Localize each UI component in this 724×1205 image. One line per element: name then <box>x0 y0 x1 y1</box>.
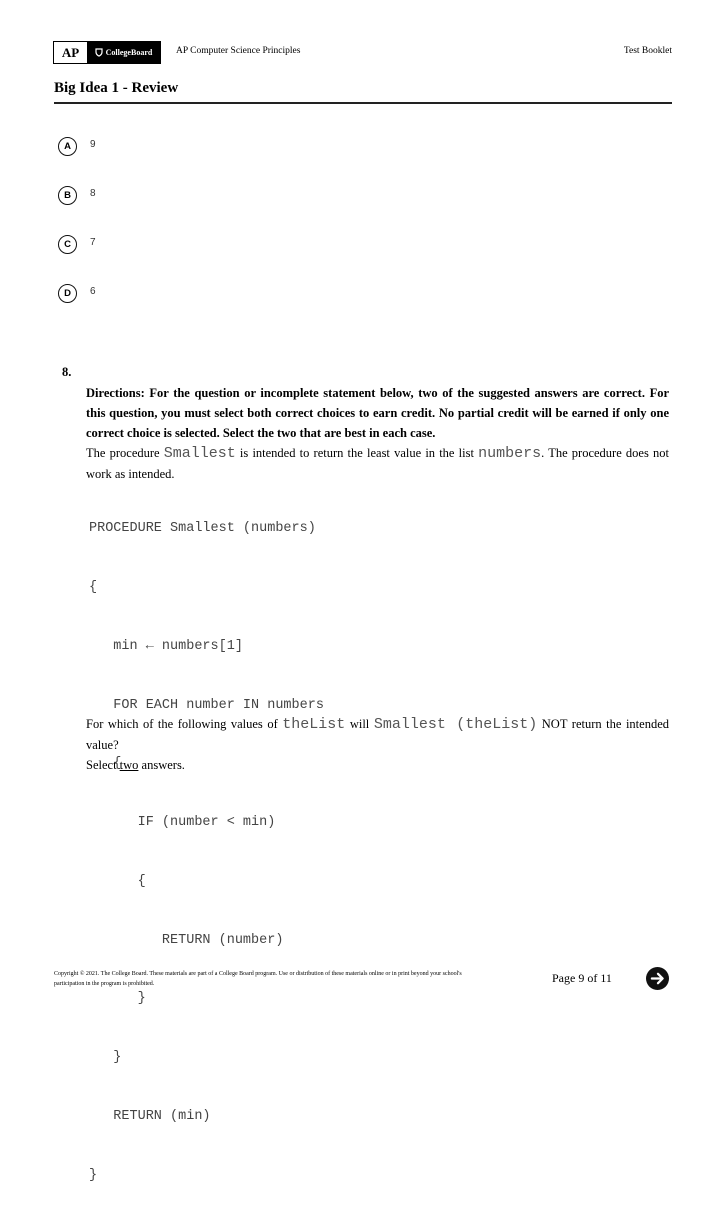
question-intro: The procedure Smallest is intended to re… <box>86 443 669 484</box>
prompt-part: will <box>345 717 374 731</box>
page-title: Big Idea 1 - Review <box>54 80 179 96</box>
copyright-notice: Copyright © 2021. The College Board. The… <box>54 971 462 987</box>
code-line: IF (number < min) <box>89 815 276 831</box>
code-line: } <box>89 1050 122 1066</box>
inline-code: theList <box>282 716 346 733</box>
prompt-text: For which of the following values of the… <box>86 714 669 755</box>
code-line: FOR EACH number IN numbers <box>89 697 324 713</box>
ap-collegeboard-logo: AP CollegeBoard <box>53 41 161 64</box>
collegeboard-text: CollegeBoard <box>105 48 153 57</box>
inline-code: Smallest <box>163 445 236 462</box>
code-line: RETURN (number) <box>89 932 284 948</box>
question-number: 8. <box>62 365 72 379</box>
inline-code: Smallest (theList) <box>373 716 538 733</box>
code-line: } <box>89 991 146 1007</box>
choice-text: 7 <box>90 237 96 248</box>
select-part: Select <box>86 758 120 772</box>
prompt-part: For which of the following values of <box>86 717 283 731</box>
choice-bubble[interactable]: D <box>58 284 77 303</box>
choice-bubble[interactable]: C <box>58 235 77 254</box>
code-line: RETURN (min) <box>89 1109 211 1124</box>
acorn-icon <box>95 48 103 57</box>
directions: Directions: For the question or incomple… <box>86 386 669 440</box>
next-page-button[interactable] <box>646 967 669 990</box>
page-indicator: Page 9 of 11 <box>552 971 612 985</box>
choice-text: 8 <box>90 188 96 199</box>
question-prompt: For which of the following values of the… <box>86 714 669 775</box>
select-instruction: Select two answers. <box>86 755 669 775</box>
ap-logo: AP <box>54 42 87 63</box>
choice-bubble[interactable]: B <box>58 186 77 205</box>
answer-choice-c[interactable]: C 7 <box>58 235 96 254</box>
collegeboard-logo: CollegeBoard <box>87 42 160 63</box>
code-line: { <box>89 579 98 595</box>
answer-choice-b[interactable]: B 8 <box>58 186 96 205</box>
question-body: Directions: For the question or incomple… <box>86 383 669 484</box>
answer-choice-a[interactable]: A 9 <box>58 137 96 156</box>
select-part: answers. <box>138 758 185 772</box>
select-count: two <box>119 758 139 772</box>
code-line: PROCEDURE Smallest (numbers) <box>89 521 316 537</box>
code-line: } <box>89 1167 98 1183</box>
inline-code: numbers <box>478 445 542 462</box>
choice-text: 6 <box>90 286 96 297</box>
arrow-right-icon <box>650 972 664 985</box>
choice-bubble[interactable]: A <box>58 137 77 156</box>
code-line: { <box>89 873 146 889</box>
choice-text: 9 <box>90 139 96 150</box>
answer-choice-d[interactable]: D 6 <box>58 284 96 303</box>
code-line: min ← numbers[1] <box>89 638 243 654</box>
title-divider <box>54 102 672 104</box>
intro-text: The procedure <box>86 446 164 460</box>
code-block: PROCEDURE Smallest (numbers) { min ← num… <box>89 480 324 1205</box>
intro-text: is intended to return the least value in… <box>235 446 479 460</box>
booklet-label: Test Booklet <box>623 46 672 56</box>
course-name: AP Computer Science Principles <box>176 46 301 56</box>
